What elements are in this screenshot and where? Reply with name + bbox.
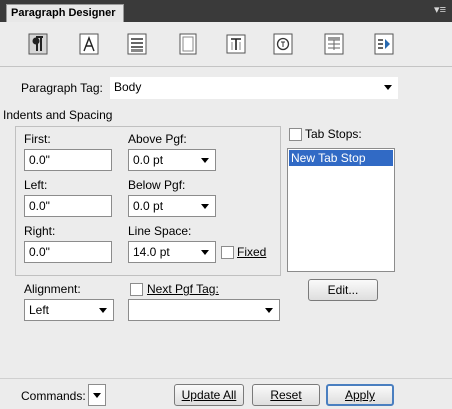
edit-tab-stop-button[interactable]: Edit... (308, 279, 378, 301)
chevron-down-icon (201, 204, 209, 209)
paragraph-tag-value: Body (114, 80, 142, 94)
apply-label: Apply (344, 388, 376, 402)
hyphen-icon (273, 33, 293, 55)
line-space-value: 14.0 pt (133, 245, 170, 259)
paragraph-tag-label: Paragraph Tag: (21, 81, 103, 95)
fixed-checkbox[interactable] (221, 246, 234, 259)
right-indent-label: Right: (24, 224, 56, 238)
reset-label: Reset (270, 388, 302, 402)
chevron-down-icon (265, 308, 273, 313)
update-all-button[interactable]: Update All (174, 384, 244, 406)
page-icon (179, 33, 197, 55)
alignment-value: Left (29, 303, 50, 317)
left-indent-label: Left: (24, 178, 48, 192)
right-indent-input[interactable]: 0.0" (24, 241, 112, 263)
pagination-button[interactable] (125, 32, 149, 56)
tab-stops-checkbox[interactable] (289, 128, 302, 141)
update-all-label: Update All (181, 388, 237, 402)
footer-divider (0, 378, 452, 379)
below-pgf-label: Below Pgf: (128, 178, 186, 192)
reset-button[interactable]: Reset (252, 384, 320, 406)
basic-properties-button[interactable] (26, 32, 50, 56)
direction-button[interactable] (372, 32, 396, 56)
tab-stops-label: Tab Stops: (305, 127, 362, 141)
commands-label: Commands: (21, 389, 86, 403)
alignment-label: Alignment: (24, 282, 81, 296)
chevron-down-icon (99, 308, 107, 313)
tab-stops-list[interactable]: New Tab Stop (287, 148, 395, 272)
default-font-button[interactable] (77, 32, 101, 56)
first-indent-input[interactable]: 0.0" (24, 149, 112, 171)
pilcrow-icon (28, 33, 48, 55)
next-pgf-checkbox[interactable] (130, 283, 143, 296)
fixed-label: Fixed (237, 245, 267, 259)
above-pgf-value: 0.0 pt (133, 153, 164, 167)
table-cell-icon (324, 33, 344, 55)
apply-button[interactable]: Apply (326, 384, 394, 406)
chevron-down-icon (93, 393, 101, 398)
table-cell-button[interactable] (322, 32, 346, 56)
line-space-select[interactable]: 14.0 pt (128, 241, 216, 263)
properties-toolbar (0, 26, 452, 67)
next-pgf-select[interactable] (128, 299, 280, 321)
paragraph-designer-panel: Paragraph Designer ▾≡ Paragraph Tag: Bod… (0, 0, 452, 409)
alignment-select[interactable]: Left (24, 299, 114, 321)
first-indent-label: First: (24, 132, 51, 146)
left-indent-input[interactable]: 0.0" (24, 195, 112, 217)
commands-menu-button[interactable] (88, 384, 106, 406)
numbering-button[interactable] (176, 32, 200, 56)
above-pgf-select[interactable]: 0.0 pt (128, 149, 216, 171)
paragraph-lines-icon (127, 33, 147, 55)
advanced-icon (374, 33, 394, 55)
chevron-down-icon (201, 158, 209, 163)
asian-button[interactable] (271, 32, 295, 56)
tab-stop-item[interactable]: New Tab Stop (289, 150, 393, 166)
chevron-down-icon (384, 85, 392, 90)
paragraph-tag-select[interactable]: Body (110, 77, 398, 99)
panel-tab-title[interactable]: Paragraph Designer (6, 4, 124, 22)
advanced-button[interactable] (224, 32, 248, 56)
indents-spacing-heading: Indents and Spacing (3, 108, 113, 122)
title-bar: Paragraph Designer ▾≡ (0, 0, 452, 22)
panel-menu-icon[interactable]: ▾≡ (434, 3, 446, 16)
next-pgf-label: Next Pgf Tag: (147, 282, 219, 296)
below-pgf-value: 0.0 pt (133, 199, 164, 213)
below-pgf-select[interactable]: 0.0 pt (128, 195, 216, 217)
chevron-down-icon (201, 250, 209, 255)
font-a-icon (79, 33, 99, 55)
line-space-label: Line Space: (128, 224, 192, 238)
text-frame-icon (226, 34, 246, 54)
above-pgf-label: Above Pgf: (128, 132, 187, 146)
